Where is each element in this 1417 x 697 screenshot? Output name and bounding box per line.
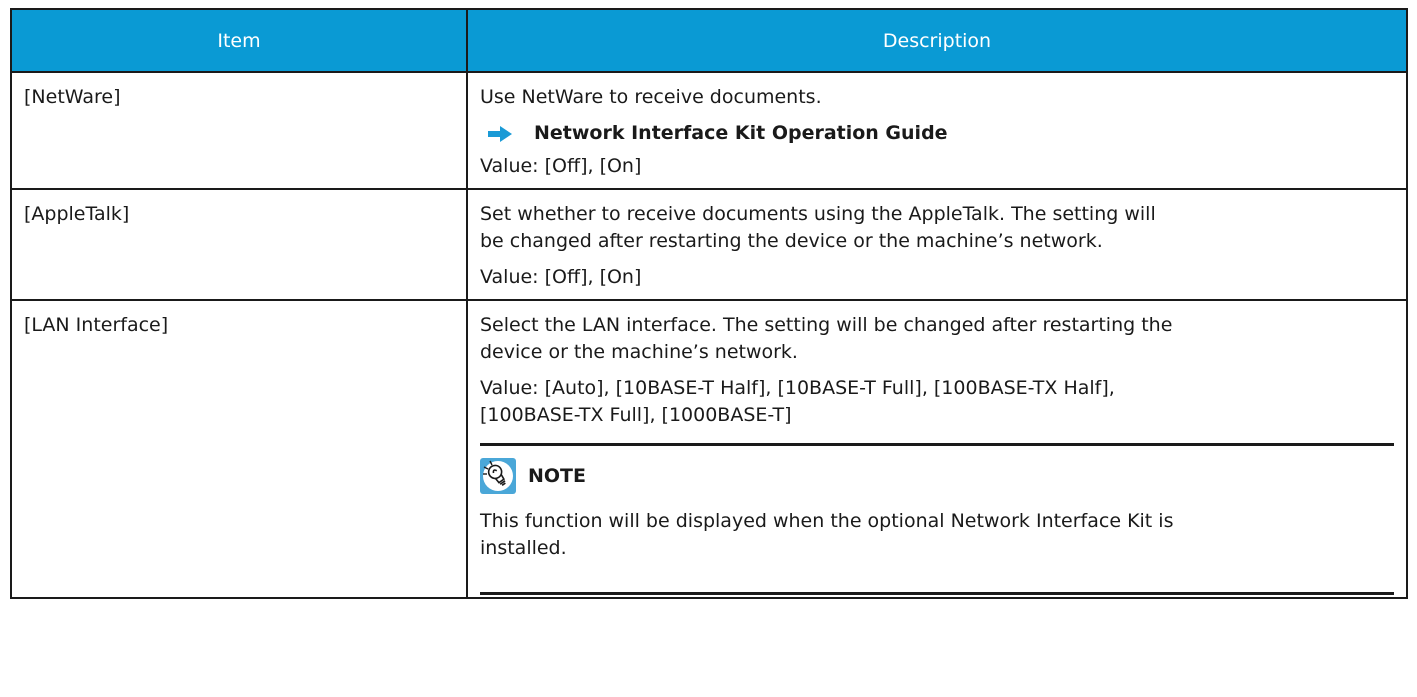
- item-cell: [AppleTalk]: [10, 188, 468, 301]
- header-item: Item: [10, 8, 468, 73]
- note-text-line1: This function will be displayed when the…: [480, 510, 1174, 532]
- table-row-appletalk: [AppleTalk] Set whether to receive docum…: [10, 188, 1408, 301]
- description-text-line2: device or the machine’s network.: [480, 341, 798, 363]
- header-description: Description: [466, 8, 1408, 73]
- description-cell: Use NetWare to receive documents. Networ…: [466, 71, 1408, 190]
- table-row-netware: [NetWare] Use NetWare to receive documen…: [10, 71, 1408, 190]
- description-cell: Select the LAN interface. The setting wi…: [466, 299, 1408, 599]
- note-title: NOTE: [528, 464, 586, 487]
- item-cell: [LAN Interface]: [10, 299, 468, 599]
- reference-text: Network Interface Kit Operation Guide: [534, 122, 948, 144]
- note-header: NOTE: [480, 458, 1394, 494]
- description-text-line1: Select the LAN interface. The setting wi…: [480, 314, 1173, 336]
- lightbulb-note-icon: [480, 458, 516, 494]
- value-text: Value: [Off], [On]: [480, 266, 642, 288]
- description-text-line1: Set whether to receive documents using t…: [480, 203, 1156, 225]
- description-cell: Set whether to receive documents using t…: [466, 188, 1408, 301]
- value-text-line2: [100BASE-TX Full], [1000BASE-T]: [480, 404, 792, 426]
- table-row-lan-interface: [LAN Interface] Select the LAN interface…: [10, 299, 1408, 599]
- right-arrow-icon: [488, 125, 512, 142]
- header-row: Item Description: [10, 8, 1408, 73]
- value-text: Value: [Off], [On]: [480, 155, 642, 177]
- note-text-line2: installed.: [480, 537, 567, 559]
- value-text-line1: Value: [Auto], [10BASE-T Half], [10BASE-…: [480, 377, 1115, 399]
- note-box: NOTE This function will be displayed whe…: [480, 443, 1394, 595]
- item-cell: [NetWare]: [10, 71, 468, 190]
- settings-table: Item Description [NetWare] Use NetWare t…: [10, 8, 1408, 599]
- description-text: Use NetWare to receive documents.: [480, 86, 822, 108]
- reference-link[interactable]: Network Interface Kit Operation Guide: [480, 120, 1394, 147]
- description-text-line2: be changed after restarting the device o…: [480, 230, 1103, 252]
- settings-table-container: Item Description [NetWare] Use NetWare t…: [10, 8, 1408, 599]
